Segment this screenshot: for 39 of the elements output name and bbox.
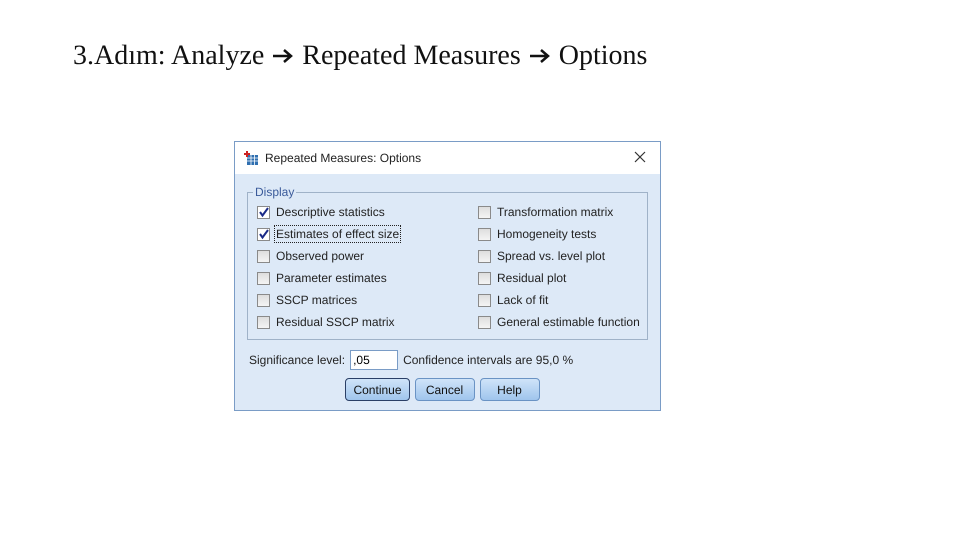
close-icon[interactable] xyxy=(634,151,646,163)
dialog-button[interactable]: Continue xyxy=(345,378,410,401)
group-title: Display xyxy=(254,185,296,199)
checkbox[interactable] xyxy=(478,250,491,262)
checkbox[interactable] xyxy=(257,272,270,284)
option-label: SSCP matrices xyxy=(275,292,358,308)
checkbox[interactable] xyxy=(478,294,491,306)
option-label: Homogeneity tests xyxy=(496,226,598,242)
option-label: Residual plot xyxy=(496,270,568,286)
option-label: Parameter estimates xyxy=(275,270,388,286)
option-label: Observed power xyxy=(275,248,366,264)
significance-field[interactable]: ,05 xyxy=(350,350,398,370)
checkbox[interactable] xyxy=(478,272,491,284)
menu-path-item: Repeated Measures xyxy=(302,40,521,72)
checkbox[interactable] xyxy=(478,316,491,328)
checkbox[interactable] xyxy=(257,316,270,328)
checkbox[interactable] xyxy=(478,228,491,240)
arrow-icon xyxy=(528,48,551,64)
option-label: Spread vs. level plot xyxy=(496,248,606,264)
dialog-button[interactable]: Help xyxy=(480,378,540,401)
checkbox[interactable] xyxy=(478,206,491,218)
field-label: Significance level: xyxy=(249,353,346,367)
menu-path-item: Options xyxy=(558,40,648,72)
arrow-icon xyxy=(272,48,294,64)
checkbox[interactable] xyxy=(257,206,270,218)
option-label: Estimates of effect size xyxy=(275,226,400,242)
option-label: Transformation matrix xyxy=(496,204,614,220)
checkbox[interactable] xyxy=(257,228,270,240)
table-icon xyxy=(243,150,259,166)
option-label: General estimable function xyxy=(496,314,641,330)
option-label: Descriptive statistics xyxy=(275,204,386,220)
window-title: Repeated Measures: Options xyxy=(265,151,422,165)
dialog-button[interactable]: Cancel xyxy=(414,378,475,401)
step-title: 3.Adım: Analyze xyxy=(73,40,264,72)
option-label: Lack of fit xyxy=(496,292,550,308)
checkbox[interactable] xyxy=(257,294,270,306)
checkbox[interactable] xyxy=(257,250,270,262)
confidence-note: Confidence intervals are 95,0 % xyxy=(403,353,574,367)
option-label: Residual SSCP matrix xyxy=(275,314,396,330)
